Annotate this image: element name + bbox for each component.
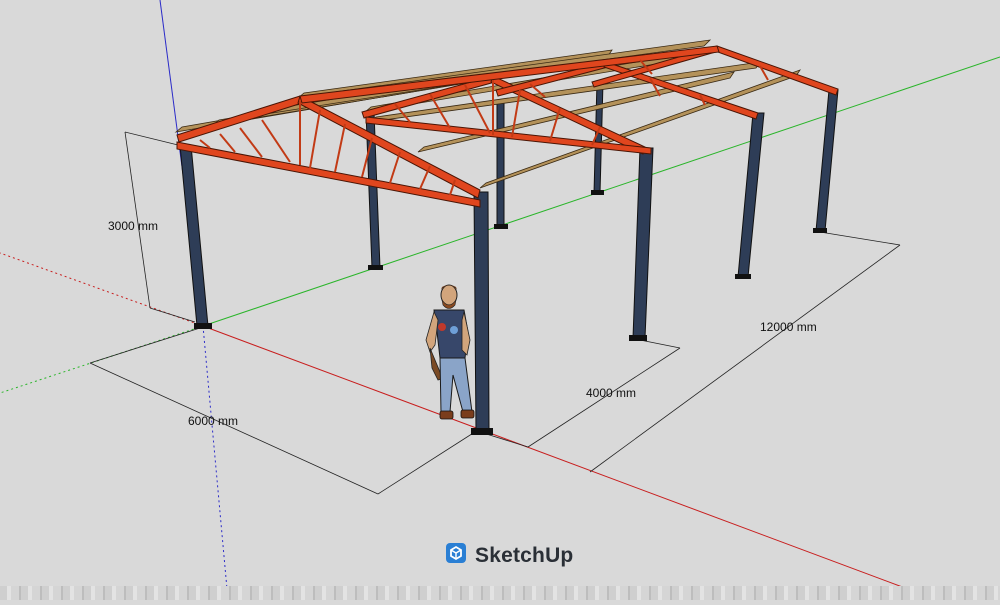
dimension-label-length: 12000 mm xyxy=(760,320,817,334)
sketchup-watermark: SketchUp xyxy=(445,542,573,569)
base-plates xyxy=(194,190,827,435)
scene-canvas[interactable]: 3000 mm 6000 mm 4000 mm 12000 mm xyxy=(0,0,1000,601)
model-viewport[interactable]: 3000 mm 6000 mm 4000 mm 12000 mm xyxy=(0,0,1000,601)
app-name: SketchUp xyxy=(475,543,574,567)
column xyxy=(179,144,209,327)
dimension-label-height: 3000 mm xyxy=(108,219,158,233)
dimension-lines xyxy=(89,131,901,495)
sketchup-logo-icon xyxy=(445,542,467,569)
column xyxy=(632,147,654,339)
column xyxy=(473,191,490,433)
column xyxy=(815,89,839,232)
dimension-label-width: 6000 mm xyxy=(188,414,238,428)
scale-figure xyxy=(425,284,475,420)
blue-axis-negative xyxy=(202,325,229,601)
column xyxy=(737,112,765,278)
dimension-label-bay: 4000 mm xyxy=(586,386,636,400)
ground-texture-strip xyxy=(0,586,1000,600)
rafter xyxy=(176,95,303,143)
column xyxy=(496,102,505,228)
